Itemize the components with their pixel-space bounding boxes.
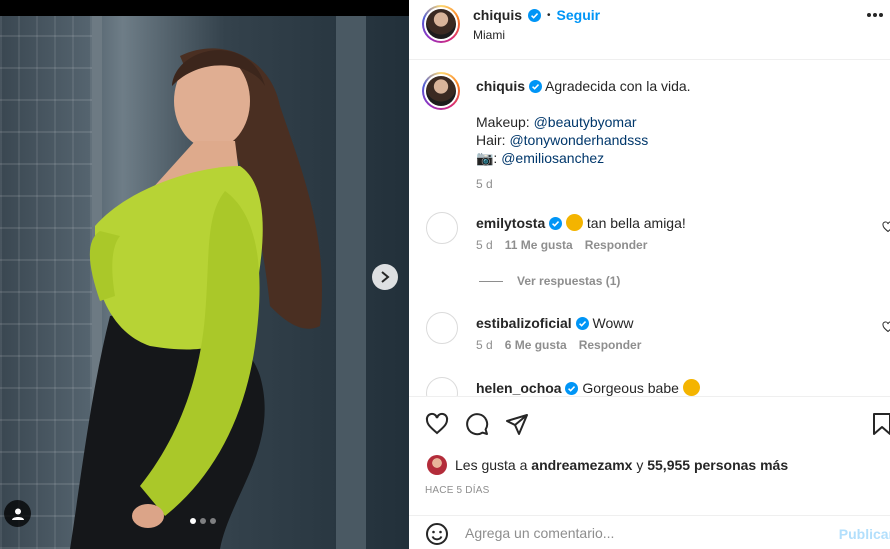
likes-count[interactable]: 55,955 personas más — [647, 457, 788, 473]
more-horizontal-icon[interactable] — [866, 12, 884, 18]
comment-time[interactable]: 5 d — [476, 238, 493, 252]
like-heart-icon[interactable] — [425, 412, 449, 436]
author-avatar[interactable] — [422, 5, 460, 43]
mention-link[interactable]: @beautybyomar — [534, 114, 637, 130]
likes-prefix: Les gusta a — [455, 457, 532, 473]
comment-text: tan bella amiga! — [586, 215, 686, 231]
comment-text: Gorgeous babe — [582, 380, 679, 396]
emoji-smiley-icon[interactable] — [425, 522, 449, 546]
commenter-avatar[interactable] — [426, 312, 458, 344]
likes-connector: y — [632, 457, 648, 473]
replies-line — [479, 280, 503, 282]
commenter-avatar[interactable] — [426, 377, 458, 396]
caption-time[interactable]: 5 d — [476, 175, 876, 193]
comment-username[interactable]: emilytosta — [476, 215, 545, 231]
like-comment-icon[interactable] — [882, 321, 890, 333]
post-timestamp[interactable]: HACE 5 DÍAS — [425, 485, 489, 496]
comment-likes[interactable]: 6 Me gusta — [505, 338, 567, 352]
post-caption: chiquis Agradecida con la vida. Makeup: … — [476, 77, 876, 193]
heart-eyes-emoji-icon — [566, 214, 584, 231]
post-photo[interactable] — [0, 16, 409, 549]
caption-hair-label: Hair: — [476, 132, 510, 148]
comment-input[interactable] — [465, 525, 805, 541]
comment-username[interactable]: estibalizoficial — [476, 315, 572, 331]
comment-username[interactable]: helen_ochoa — [476, 380, 562, 396]
verified-badge-icon — [575, 317, 589, 330]
verified-badge-icon — [565, 382, 579, 395]
photo-subject — [70, 48, 322, 549]
carousel-dot — [200, 518, 206, 524]
header-separator: • — [547, 9, 551, 21]
reply-button[interactable]: Responder — [585, 238, 648, 252]
like-comment-icon[interactable] — [882, 221, 890, 233]
caption-text: Agradecida con la vida. — [545, 78, 691, 94]
comments-scroll-area[interactable]: chiquis Agradecida con la vida. Makeup: … — [409, 61, 890, 396]
carousel-dot — [190, 518, 196, 524]
add-comment-bar: Publicar — [409, 515, 890, 549]
share-send-icon[interactable] — [505, 412, 529, 436]
verified-badge-icon — [549, 217, 563, 230]
user-icon — [11, 508, 24, 520]
commenter-avatar[interactable] — [426, 212, 458, 244]
reply-button[interactable]: Responder — [579, 338, 642, 352]
carousel-dot — [210, 518, 216, 524]
caption-camera-label: 📷: — [476, 150, 502, 166]
post-location[interactable]: Miami — [473, 28, 505, 42]
post-details-panel: chiquis • Seguir Miami chiquis Agradecid… — [409, 0, 890, 549]
comment-text: Woww — [592, 315, 634, 331]
caption-avatar[interactable] — [422, 72, 460, 110]
publish-button[interactable]: Publicar — [839, 526, 890, 542]
liker-avatar[interactable] — [427, 455, 447, 475]
comment-item: helen_ochoa Gorgeous babe — [476, 379, 876, 396]
next-slide-button[interactable] — [372, 264, 398, 290]
comment-item: emilytosta tan bella amiga! 5 d 11 Me gu… — [476, 214, 876, 252]
view-replies-button[interactable]: Ver respuestas (1) — [479, 274, 620, 288]
view-replies-label: Ver respuestas (1) — [517, 274, 621, 288]
caption-makeup-label: Makeup: — [476, 114, 534, 130]
caption-username[interactable]: chiquis — [476, 78, 525, 94]
post-header: chiquis • Seguir Miami — [409, 0, 890, 60]
likes-summary: Les gusta a andreamezamx y 55,955 person… — [427, 455, 788, 475]
chevron-right-icon — [381, 271, 390, 283]
post-actions: Les gusta a andreamezamx y 55,955 person… — [409, 396, 890, 549]
follow-button[interactable]: Seguir — [557, 7, 601, 23]
bookmark-icon[interactable] — [872, 412, 890, 436]
mention-link[interactable]: @emiliosanchez — [501, 150, 604, 166]
mention-link[interactable]: @tonywonderhandsss — [509, 132, 648, 148]
comment-item: estibalizoficial Woww 5 d 6 Me gusta Res… — [476, 314, 876, 352]
verified-badge-icon — [528, 8, 542, 22]
comment-likes[interactable]: 11 Me gusta — [505, 238, 573, 252]
liker-username[interactable]: andreamezamx — [531, 457, 632, 473]
author-username[interactable]: chiquis — [473, 7, 522, 23]
verified-badge-icon — [528, 80, 542, 93]
carousel-indicator — [190, 518, 216, 524]
comment-icon[interactable] — [465, 412, 489, 436]
heart-eyes-emoji-icon — [682, 379, 700, 396]
comment-time[interactable]: 5 d — [476, 338, 493, 352]
tagged-user-button[interactable] — [4, 500, 31, 527]
